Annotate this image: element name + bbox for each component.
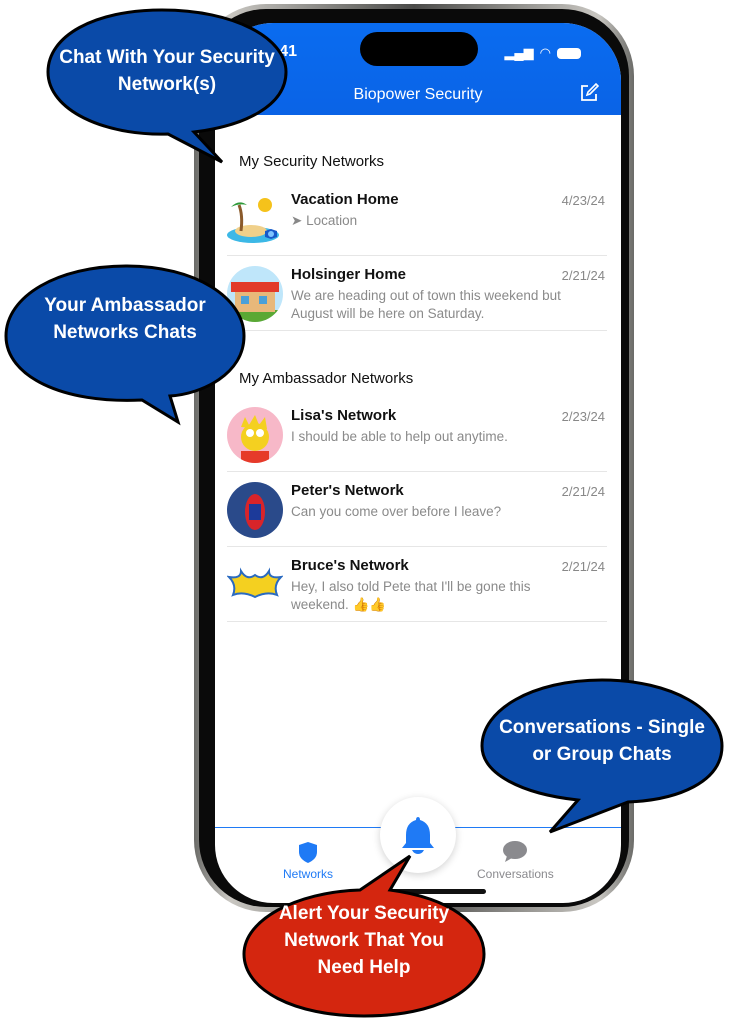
network-date: 2/21/24 bbox=[561, 484, 605, 499]
network-date: 2/21/24 bbox=[561, 268, 605, 283]
network-name: Vacation Home bbox=[291, 191, 399, 208]
chat-bubble-icon bbox=[503, 841, 528, 862]
dynamic-island bbox=[360, 32, 478, 66]
network-message: ➤ Location bbox=[291, 212, 591, 230]
list-item[interactable]: Lisa's Network 2/23/24 I should be able … bbox=[227, 397, 607, 472]
network-name: Peter's Network bbox=[291, 482, 404, 499]
list-item[interactable]: Vacation Home 4/23/24 ➤ Location bbox=[227, 181, 607, 256]
network-name: Holsinger Home bbox=[291, 266, 407, 283]
network-message: We are heading out of town this weekend … bbox=[291, 288, 561, 321]
network-message: I should be able to help out anytime. bbox=[291, 429, 508, 444]
callout-text: Alert Your Security Network That You Nee… bbox=[278, 903, 450, 978]
network-message: Hey, I also told Pete that I'll be gone … bbox=[291, 579, 531, 612]
callout-alert: Alert Your Security Network That You Nee… bbox=[240, 852, 488, 1020]
avatar bbox=[227, 191, 283, 247]
network-name: Bruce's Network bbox=[291, 557, 409, 574]
message-text: Location bbox=[306, 213, 358, 228]
list-item[interactable]: Peter's Network 2/21/24 Can you come ove… bbox=[227, 472, 607, 547]
compose-icon[interactable] bbox=[579, 83, 599, 103]
list-item[interactable]: Bruce's Network 2/21/24 Hey, I also told… bbox=[227, 547, 607, 622]
network-date: 4/23/24 bbox=[561, 193, 605, 208]
tab-label: Conversations bbox=[477, 867, 554, 881]
bell-icon bbox=[402, 817, 434, 854]
callout-text: Your Ambassador Networks Chats bbox=[44, 295, 206, 343]
tab-conversations[interactable]: Conversations bbox=[477, 840, 554, 881]
callout-text: Chat With Your Security Network(s) bbox=[59, 47, 275, 95]
avatar bbox=[227, 557, 283, 613]
callout-ambassador: Your Ambassador Networks Chats bbox=[2, 262, 248, 426]
callout-text: Conversations - Single or Group Chats bbox=[499, 717, 705, 765]
network-message: Can you come over before I leave? bbox=[291, 504, 502, 519]
status-icons: ▂▄▆ ◠ bbox=[504, 45, 581, 61]
battery-icon bbox=[557, 47, 581, 59]
list-item[interactable]: Holsinger Home 2/21/24 We are heading ou… bbox=[227, 256, 607, 331]
callout-security: Chat With Your Security Network(s) bbox=[44, 6, 290, 166]
avatar bbox=[227, 482, 283, 538]
callout-conversations: Conversations - Single or Group Chats bbox=[478, 676, 726, 838]
wifi-icon: ◠ bbox=[539, 45, 551, 60]
location-arrow-icon: ➤ bbox=[291, 213, 303, 228]
signal-icon: ▂▄▆ bbox=[504, 45, 534, 60]
network-date: 2/21/24 bbox=[561, 559, 605, 574]
section-title-ambassador: My Ambassador Networks bbox=[239, 370, 414, 387]
network-date: 2/23/24 bbox=[561, 409, 605, 424]
network-name: Lisa's Network bbox=[291, 407, 397, 424]
